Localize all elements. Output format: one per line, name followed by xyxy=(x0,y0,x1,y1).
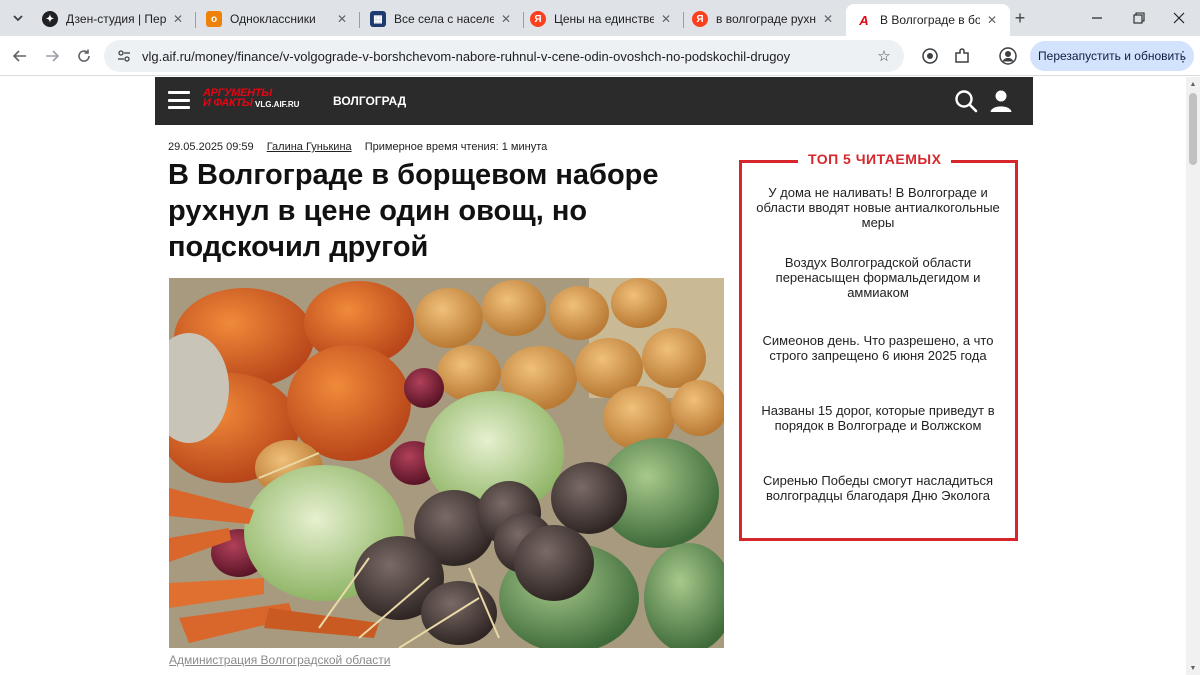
close-window-button[interactable] xyxy=(1166,6,1192,30)
article-photo xyxy=(169,278,724,648)
close-icon xyxy=(1173,12,1185,24)
minimize-button[interactable] xyxy=(1084,6,1110,30)
restore-icon xyxy=(1133,12,1145,24)
top5-item-link[interactable]: Названы 15 дорог, которые приведут в пор… xyxy=(752,403,1004,433)
browser-tab[interactable]: o Одноклассники ✕ xyxy=(196,4,360,34)
page-scrollbar[interactable]: ▲ ▼ xyxy=(1186,77,1200,675)
page-viewport: АРГУМЕНТЫ И ФАКТЫ VLG.AIF.RU ВОЛГОГРАД 2… xyxy=(0,77,1186,675)
puzzle-icon[interactable] xyxy=(952,46,972,66)
new-tab-button[interactable]: + xyxy=(1010,8,1030,28)
address-bar[interactable]: vlg.aif.ru/money/finance/v-volgograde-v-… xyxy=(104,40,904,72)
author-link[interactable]: Галина Гунькина xyxy=(267,141,352,153)
search-icon[interactable] xyxy=(954,89,978,113)
minimize-icon xyxy=(1092,17,1102,19)
publish-datetime: 29.05.2025 09:59 xyxy=(168,141,254,153)
close-icon[interactable]: ✕ xyxy=(820,11,836,27)
dzen-icon: ✦ xyxy=(42,11,58,27)
top5-title: ТОП 5 ЧИТАЕМЫХ xyxy=(798,151,952,167)
forward-button[interactable] xyxy=(40,44,64,68)
tab-strip: ✦ Дзен-студия | Переехать ✕ o Одноклассн… xyxy=(0,0,1200,36)
browser-tab-active[interactable]: А В Волгограде в борщево ✕ xyxy=(846,4,1010,36)
top5-item-link[interactable]: У дома не наливать! В Волгограде и облас… xyxy=(752,185,1004,230)
browser-tab[interactable]: ✦ Дзен-студия | Переехать ✕ xyxy=(32,4,196,34)
user-icon[interactable] xyxy=(989,89,1013,113)
tab-title: В Волгограде в борщево xyxy=(880,13,980,27)
chevron-down-icon xyxy=(13,15,23,22)
site-settings-icon[interactable] xyxy=(116,48,132,64)
scrollbar-thumb[interactable] xyxy=(1189,93,1197,165)
restart-update-button[interactable]: Перезапустить и обновить xyxy=(1030,41,1194,71)
ok-icon: o xyxy=(206,11,222,27)
reload-button[interactable] xyxy=(72,44,96,68)
site-logo[interactable]: АРГУМЕНТЫ И ФАКТЫ VLG.AIF.RU xyxy=(203,87,307,113)
article-meta: 29.05.2025 09:59 Галина Гунькина Примерн… xyxy=(168,141,547,153)
aif-icon: А xyxy=(856,12,872,28)
yandex-icon: Я xyxy=(530,11,546,27)
scroll-up-icon[interactable]: ▲ xyxy=(1186,77,1200,91)
browser-tab[interactable]: Я в волгограде рухнул ✕ xyxy=(682,4,846,34)
browser-toolbar: vlg.aif.ru/money/finance/v-volgograde-v-… xyxy=(0,36,1200,76)
arrow-left-icon xyxy=(12,50,26,62)
tab-search-button[interactable] xyxy=(6,6,30,30)
top5-item-link[interactable]: Воздух Волгоградской области перенасыщен… xyxy=(752,255,1004,300)
table-icon: ▦ xyxy=(370,11,386,27)
photo-caption-link[interactable]: Администрация Волгоградской области xyxy=(169,653,390,667)
close-icon[interactable]: ✕ xyxy=(334,11,350,27)
read-time: Примерное время чтения: 1 минута xyxy=(364,141,548,153)
close-icon[interactable]: ✕ xyxy=(984,12,1000,28)
close-icon[interactable]: ✕ xyxy=(498,11,514,27)
logo-line-2: И ФАКТЫ xyxy=(203,97,253,109)
top5-item-link[interactable]: Сиренью Победы смогут насладиться волгог… xyxy=(752,473,1004,503)
logo-domain: VLG.AIF.RU xyxy=(255,100,300,109)
site-header: АРГУМЕНТЫ И ФАКТЫ VLG.AIF.RU ВОЛГОГРАД xyxy=(155,77,1033,125)
reload-icon xyxy=(78,49,90,62)
restore-button[interactable] xyxy=(1126,6,1152,30)
tab-title: Цены на единственное xyxy=(554,12,654,26)
arrow-right-icon xyxy=(46,50,60,62)
close-icon[interactable]: ✕ xyxy=(658,11,674,27)
back-button[interactable] xyxy=(8,44,32,68)
url-text: vlg.aif.ru/money/finance/v-volgograde-v-… xyxy=(142,48,791,64)
tab-title: Все села с населением xyxy=(394,12,494,26)
hamburger-menu-icon[interactable] xyxy=(168,91,190,109)
yandex-icon: Я xyxy=(692,11,708,27)
browser-tab[interactable]: Я Цены на единственное ✕ xyxy=(520,4,684,34)
top5-item-link[interactable]: Симеонов день. Что разрешено, а что стро… xyxy=(752,333,1004,363)
scroll-down-icon[interactable]: ▼ xyxy=(1186,661,1200,675)
city-selector[interactable]: ВОЛГОГРАД xyxy=(333,94,406,108)
article-headline: В Волгограде в борщевом наборе рухнул в … xyxy=(168,159,659,263)
tab-title: в волгограде рухнул xyxy=(716,12,816,26)
bookmark-star-icon[interactable]: ☆ xyxy=(874,47,894,65)
menu-dots-icon[interactable]: ⋮ xyxy=(1176,46,1190,66)
close-icon[interactable]: ✕ xyxy=(170,11,186,27)
tab-title: Одноклассники xyxy=(230,12,316,26)
tab-title: Дзен-студия | Переехать xyxy=(66,12,166,26)
profile-icon[interactable] xyxy=(998,46,1018,66)
browser-tab[interactable]: ▦ Все села с населением ✕ xyxy=(360,4,524,34)
extension-icon[interactable] xyxy=(920,46,940,66)
